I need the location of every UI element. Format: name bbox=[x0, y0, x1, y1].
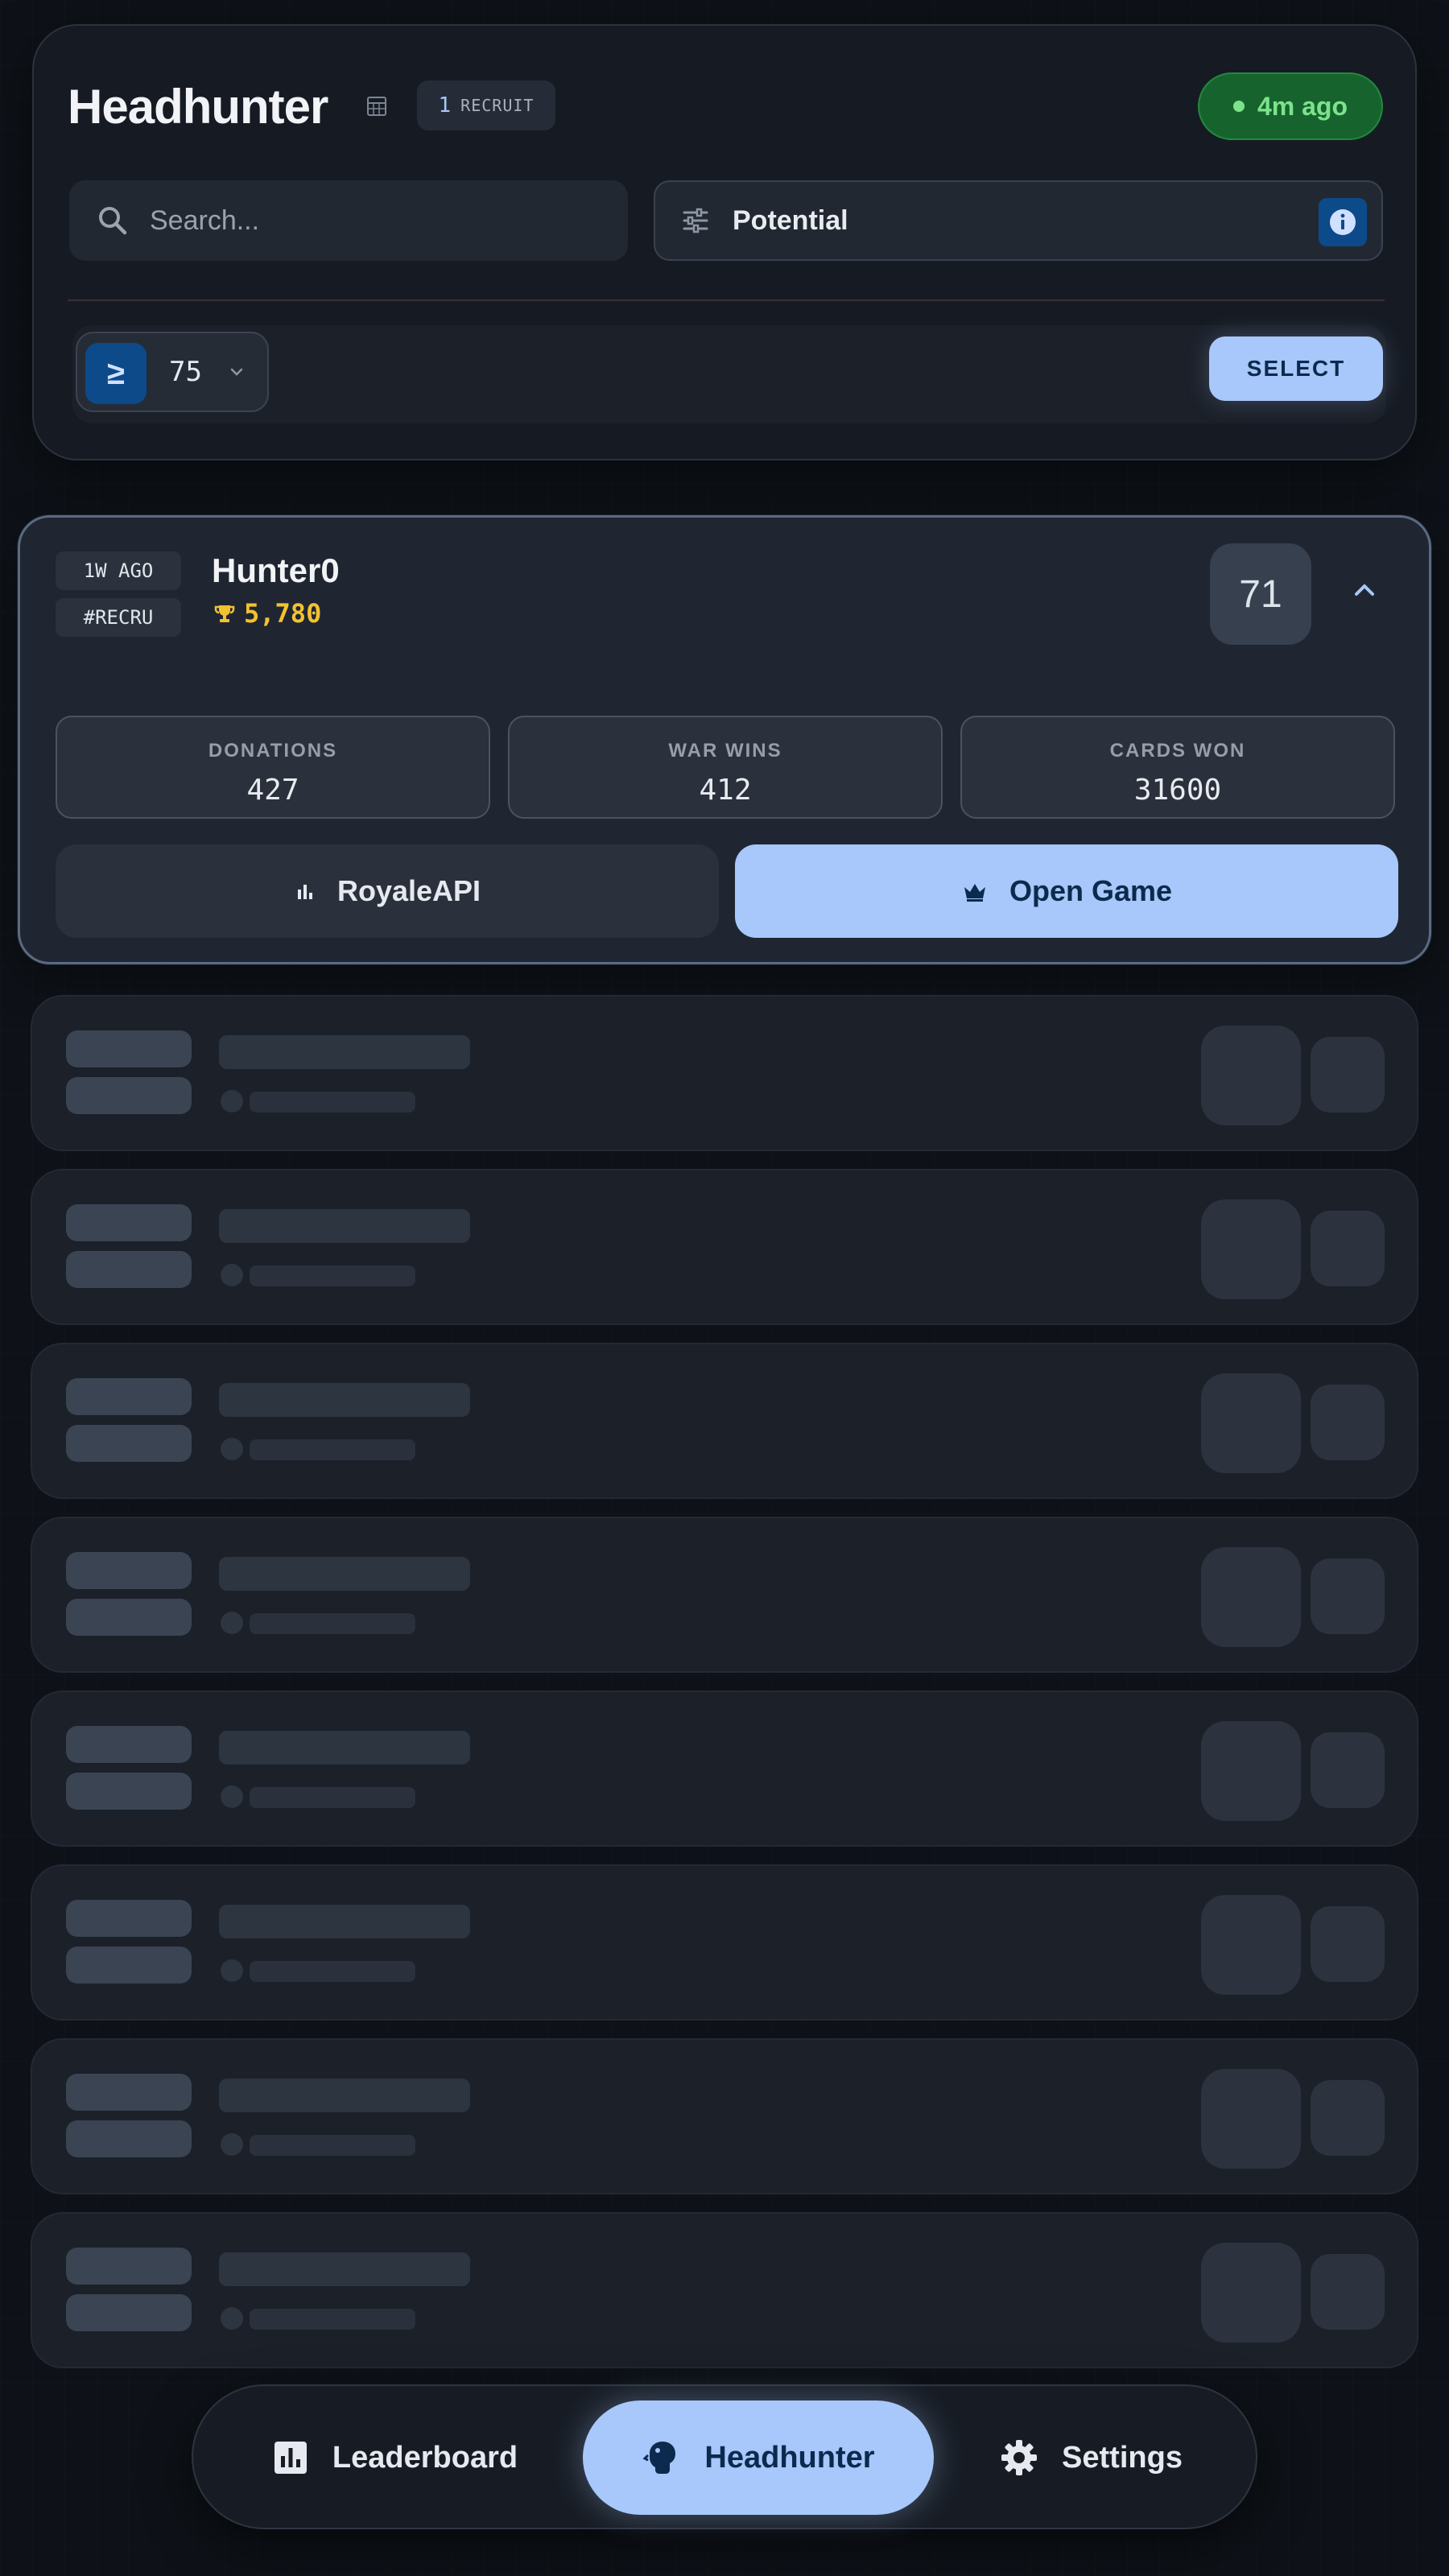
search-icon bbox=[99, 207, 127, 235]
threshold-row: ≥ 75 SELECT bbox=[72, 325, 1386, 423]
info-icon bbox=[1330, 209, 1356, 235]
royaleapi-button[interactable]: RoyaleAPI bbox=[56, 844, 719, 938]
skeleton-row bbox=[31, 1343, 1418, 1499]
crown-icon bbox=[964, 884, 985, 902]
skeleton-row bbox=[31, 2038, 1418, 2194]
trophy-icon bbox=[214, 605, 235, 622]
bottom-nav: Leaderboard Headhunter Settings bbox=[192, 2384, 1257, 2529]
bar-chart-icon bbox=[274, 2442, 307, 2474]
chevron-up-icon[interactable] bbox=[1348, 574, 1381, 606]
stat-label: CARDS WON bbox=[1109, 740, 1246, 762]
royaleapi-label: RoyaleAPI bbox=[336, 874, 481, 907]
headhunter-icon bbox=[642, 2442, 676, 2474]
header-divider bbox=[68, 299, 1385, 301]
info-button[interactable] bbox=[1319, 198, 1367, 246]
open-game-button[interactable]: Open Game bbox=[735, 844, 1398, 938]
nav-leaderboard[interactable]: Leaderboard bbox=[225, 2401, 564, 2515]
sync-status-badge: 4m ago bbox=[1198, 72, 1383, 140]
stat-cards-won: CARDS WON 31600 bbox=[960, 716, 1395, 819]
bar-chart-icon bbox=[297, 885, 312, 899]
gear-icon bbox=[1001, 2440, 1038, 2475]
nav-label: Headhunter bbox=[704, 2440, 875, 2475]
comparator-badge: ≥ bbox=[85, 343, 147, 404]
sync-status-text: 4m ago bbox=[1257, 91, 1348, 121]
threshold-dropdown[interactable]: ≥ 75 bbox=[76, 332, 269, 412]
nav-label: Settings bbox=[1062, 2440, 1183, 2475]
stat-war-wins: WAR WINS 412 bbox=[508, 716, 943, 819]
sliders-icon bbox=[683, 208, 708, 233]
stat-value: 31600 bbox=[1133, 774, 1222, 807]
threshold-value: 75 bbox=[169, 356, 202, 388]
trophy-value: 5,780 bbox=[244, 598, 322, 629]
skeleton-row bbox=[31, 1864, 1418, 2021]
page-title: Headhunter bbox=[68, 80, 328, 134]
chevron-down-icon bbox=[230, 368, 243, 376]
status-dot-icon bbox=[1232, 101, 1245, 112]
last-seen-tag: 1W AGO bbox=[56, 551, 181, 590]
recruit-count: 1 bbox=[438, 93, 452, 118]
recruit-label: RECRUIT bbox=[460, 96, 535, 115]
nav-label: Leaderboard bbox=[332, 2440, 518, 2475]
stat-value: 412 bbox=[699, 774, 752, 807]
skeleton-row bbox=[31, 2212, 1418, 2368]
skeleton-row bbox=[31, 995, 1418, 1151]
nav-headhunter[interactable]: Headhunter bbox=[583, 2401, 934, 2515]
sort-filter-dropdown[interactable]: Potential bbox=[654, 180, 1383, 261]
skeleton-row bbox=[31, 1169, 1418, 1325]
player-tag: #RECRU bbox=[56, 598, 181, 637]
search-input[interactable] bbox=[150, 204, 601, 237]
nav-settings[interactable]: Settings bbox=[950, 2401, 1232, 2515]
player-name: Hunter0 bbox=[212, 551, 340, 589]
potential-score: 71 bbox=[1210, 543, 1311, 645]
header-card: Headhunter 1 RECRUIT 4m ago Potential bbox=[32, 24, 1417, 460]
open-game-label: Open Game bbox=[1009, 874, 1173, 907]
stat-value: 427 bbox=[246, 774, 299, 807]
filter-label: Potential bbox=[733, 204, 848, 236]
stat-label: DONATIONS bbox=[208, 740, 338, 762]
player-card[interactable]: 1W AGO #RECRU Hunter0 5,780 71 DONATIONS… bbox=[18, 515, 1431, 964]
search-field[interactable] bbox=[69, 180, 628, 261]
trophy-count: 5,780 bbox=[213, 598, 321, 629]
stat-donations: DONATIONS 427 bbox=[56, 716, 490, 819]
select-button[interactable]: SELECT bbox=[1209, 336, 1383, 401]
stat-label: WAR WINS bbox=[668, 740, 782, 762]
skeleton-row bbox=[31, 1517, 1418, 1673]
skeleton-row bbox=[31, 1690, 1418, 1847]
calendar-grid-icon[interactable] bbox=[365, 95, 388, 118]
recruit-count-badge: 1 RECRUIT bbox=[417, 80, 555, 130]
